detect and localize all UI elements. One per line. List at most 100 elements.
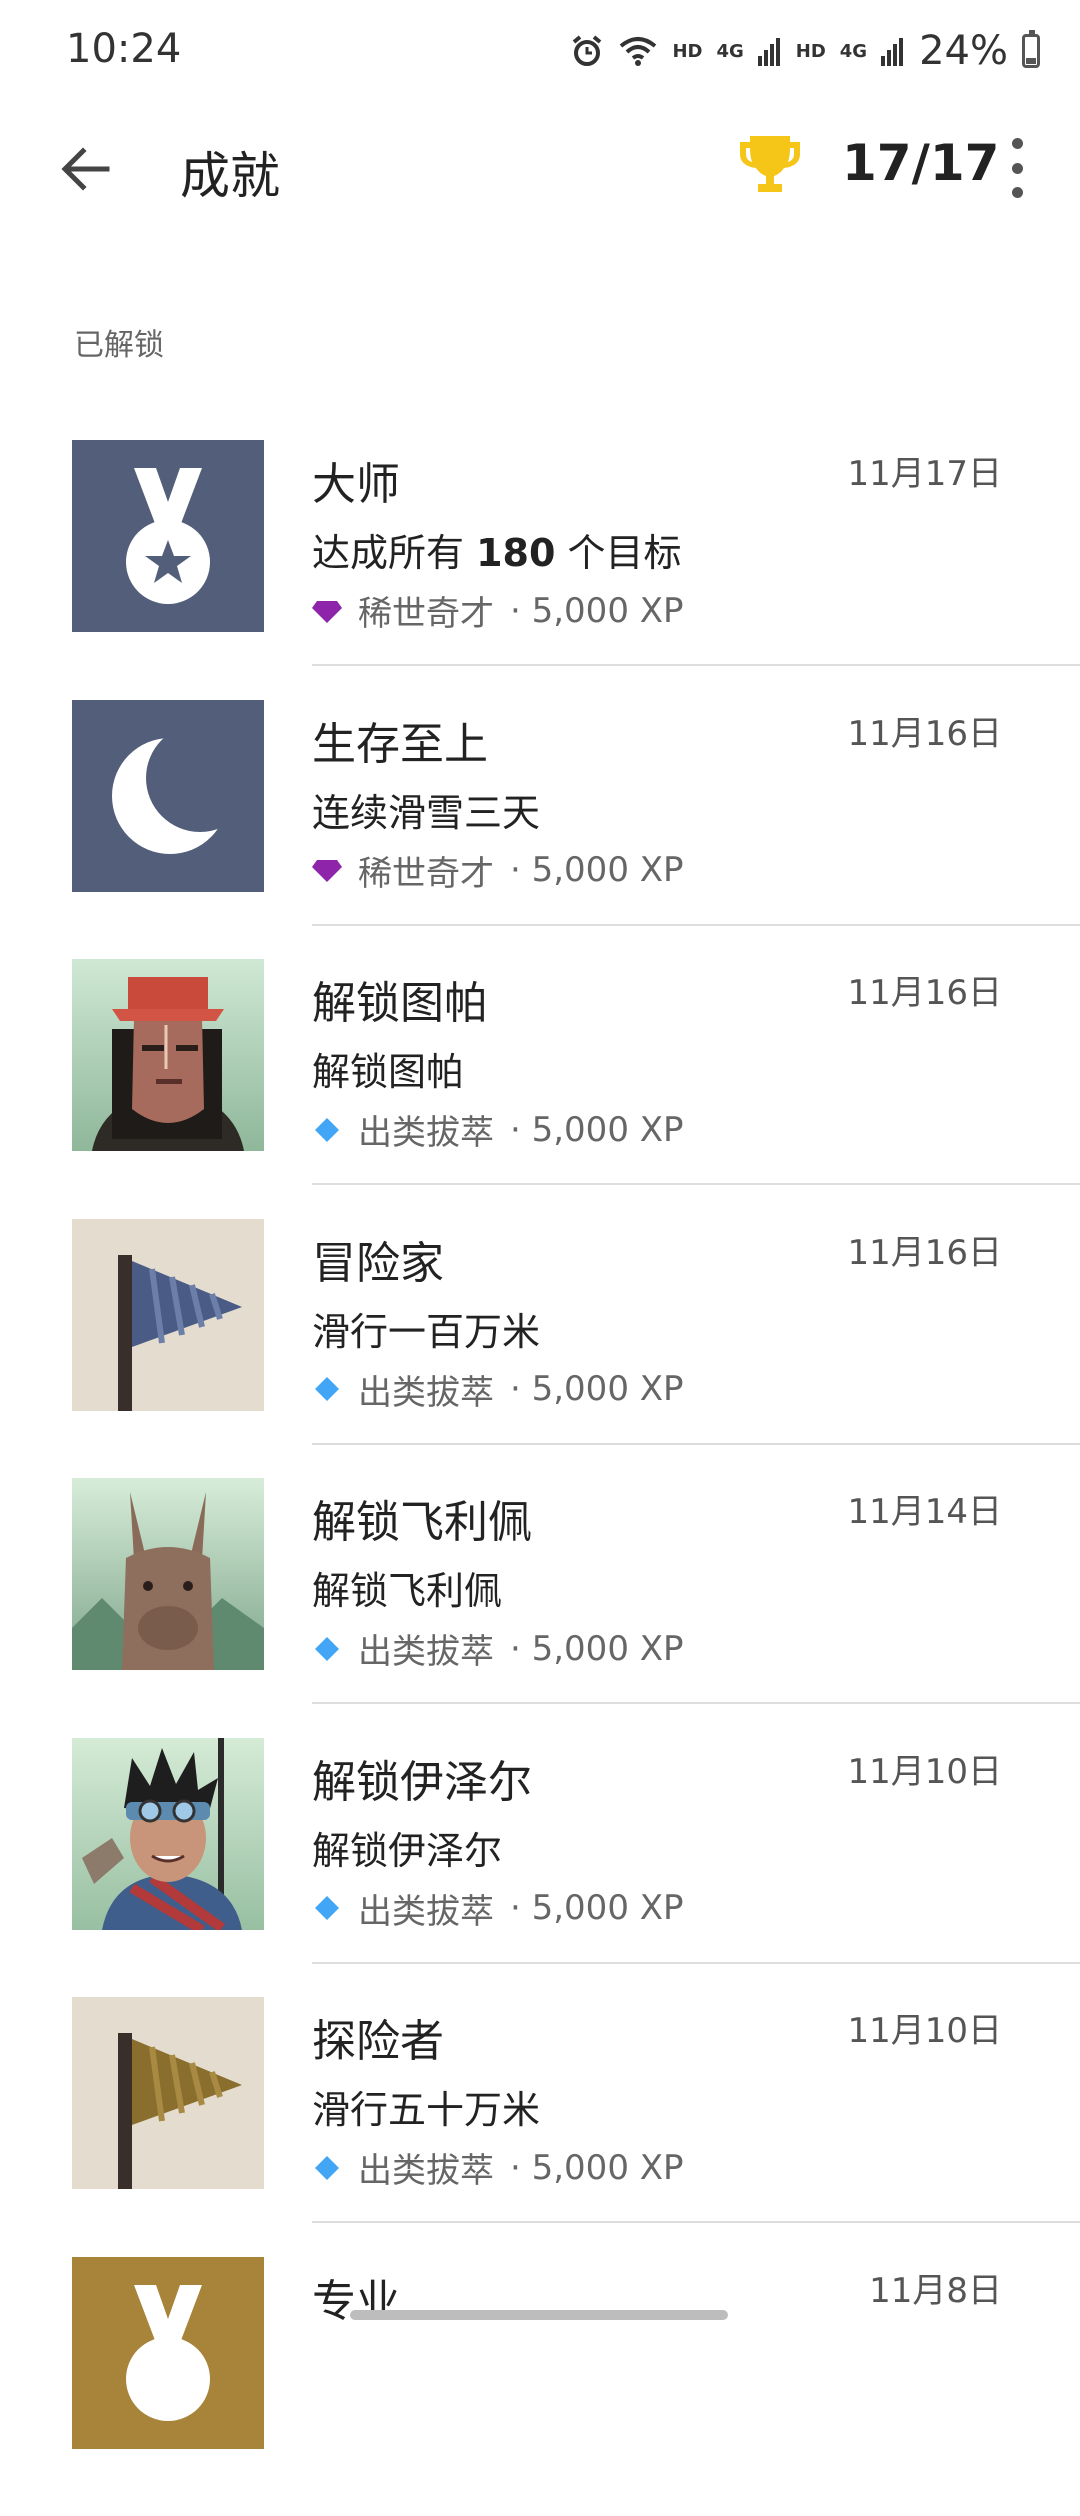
achievement-meta: 稀世奇才 · 5,000 XP	[312, 846, 684, 895]
back-arrow-icon	[57, 141, 113, 197]
network-label-2: 4G	[840, 41, 867, 62]
blue-diamond-icon	[312, 1118, 342, 1142]
network-label-1: 4G	[716, 41, 743, 62]
achievement-item[interactable]: 探险者 滑行五十万米 出类拔萃 · 5,000 XP 11月10日	[0, 1997, 1080, 2257]
blue-diamond-icon	[312, 2156, 342, 2180]
divider	[312, 1183, 1080, 1185]
section-label-unlocked: 已解锁	[74, 320, 164, 364]
gold-medal-icon	[72, 2257, 264, 2449]
signal-icon-2	[881, 36, 905, 66]
achievement-date: 11月16日	[847, 706, 1002, 755]
top-app-bar: 成就 17/17	[0, 100, 1080, 240]
battery-percent: 24%	[919, 28, 1008, 74]
battery-icon	[1022, 34, 1040, 68]
blue-flag-icon	[72, 1219, 264, 1411]
hd-label-1: HD	[672, 41, 702, 62]
achievement-description: 滑行一百万米	[312, 1301, 540, 1356]
xp-label: · 5,000 XP	[510, 1110, 684, 1150]
achievement-description: 滑行五十万米	[312, 2079, 540, 2134]
achievement-description: 达成所有 180 个目标	[312, 522, 682, 577]
blue-diamond-icon	[312, 1637, 342, 1661]
achievement-meta: 出类拔萃 · 5,000 XP	[312, 1624, 684, 1673]
divider	[312, 2221, 1080, 2223]
page-title: 成就	[180, 136, 280, 208]
achievement-date: 11月16日	[847, 965, 1002, 1014]
achievement-item[interactable]: 专业 11月8日	[0, 2257, 1080, 2516]
back-button[interactable]	[50, 134, 120, 204]
achievement-date: 11月14日	[847, 1484, 1002, 1533]
achievement-date: 11月16日	[847, 1225, 1002, 1274]
divider	[312, 1702, 1080, 1704]
trophy-icon	[738, 132, 802, 196]
achievement-title: 解锁飞利佩	[312, 1486, 532, 1550]
achievement-item[interactable]: 生存至上 连续滑雪三天 稀世奇才 · 5,000 XP 11月16日	[0, 700, 1080, 960]
achievement-date: 11月8日	[869, 2263, 1002, 2312]
home-indicator[interactable]	[350, 2310, 728, 2320]
achievement-title: 解锁伊泽尔	[312, 1746, 532, 1810]
achievement-title: 冒险家	[312, 1227, 444, 1291]
achievement-date: 11月10日	[847, 2003, 1002, 2052]
achievement-date: 11月10日	[847, 1744, 1002, 1793]
purple-gem-icon	[312, 858, 342, 882]
achievement-item[interactable]: 解锁伊泽尔 解锁伊泽尔 出类拔萃 · 5,000 XP 11月10日	[0, 1738, 1080, 1998]
more-dot	[1012, 187, 1023, 198]
medal-icon	[72, 440, 264, 632]
divider	[312, 664, 1080, 666]
divider	[312, 1962, 1080, 1964]
achievement-description: 解锁伊泽尔	[312, 1820, 502, 1875]
achievement-title: 生存至上	[312, 708, 488, 772]
tier-label: 出类拔萃	[358, 1884, 494, 1933]
achievement-date: 11月17日	[847, 446, 1002, 495]
xp-label: · 5,000 XP	[510, 1888, 684, 1928]
achievement-meta: 出类拔萃 · 5,000 XP	[312, 1365, 684, 1414]
achievement-item[interactable]: 解锁飞利佩 解锁飞利佩 出类拔萃 · 5,000 XP 11月14日	[0, 1478, 1080, 1738]
goal-count: 180	[476, 531, 555, 575]
purple-gem-icon	[312, 599, 342, 623]
divider	[312, 1443, 1080, 1445]
more-dot	[1012, 163, 1023, 174]
hd-label-2: HD	[796, 41, 826, 62]
achievement-description: 解锁图帕	[312, 1041, 464, 1096]
tier-label: 出类拔萃	[358, 2143, 494, 2192]
moon-icon	[72, 700, 264, 892]
achievement-description: 连续滑雪三天	[312, 782, 540, 837]
achievement-list: 大师 达成所有 180 个目标 稀世奇才 · 5,000 XP 11月17日 生…	[0, 440, 1080, 2516]
achievement-item[interactable]: 冒险家 滑行一百万米 出类拔萃 · 5,000 XP 11月16日	[0, 1219, 1080, 1479]
achievement-meta: 出类拔萃 · 5,000 XP	[312, 1105, 684, 1154]
xp-label: · 5,000 XP	[510, 1369, 684, 1409]
xp-label: · 5,000 XP	[510, 850, 684, 890]
achievement-item[interactable]: 大师 达成所有 180 个目标 稀世奇才 · 5,000 XP 11月17日	[0, 440, 1080, 700]
achievement-item[interactable]: 解锁图帕 解锁图帕 出类拔萃 · 5,000 XP 11月16日	[0, 959, 1080, 1219]
blue-diamond-icon	[312, 1377, 342, 1401]
blue-diamond-icon	[312, 1896, 342, 1920]
achievement-title: 大师	[312, 448, 400, 512]
achievement-title: 探险者	[312, 2005, 444, 2069]
tier-label: 出类拔萃	[358, 1624, 494, 1673]
achievement-meta: 出类拔萃 · 5,000 XP	[312, 1884, 684, 1933]
status-icons: HD 4G HD 4G 24%	[570, 28, 1040, 74]
xp-label: · 5,000 XP	[510, 2148, 684, 2188]
xp-label: · 5,000 XP	[510, 1629, 684, 1669]
status-bar: 10:24 HD 4G HD 4G 24%	[0, 0, 1080, 100]
xp-label: · 5,000 XP	[510, 591, 684, 631]
gold-flag-icon	[72, 1997, 264, 2189]
tier-label: 出类拔萃	[358, 1365, 494, 1414]
achievement-meta: 出类拔萃 · 5,000 XP	[312, 2143, 684, 2192]
divider	[312, 924, 1080, 926]
llama-icon	[72, 1478, 264, 1670]
more-options-button[interactable]	[1002, 138, 1032, 198]
tier-label: 出类拔萃	[358, 1105, 494, 1154]
wifi-icon	[618, 34, 658, 68]
signal-icon-1	[758, 36, 782, 66]
tier-label: 稀世奇才	[358, 846, 494, 895]
tier-label: 稀世奇才	[358, 586, 494, 635]
achievement-title: 解锁图帕	[312, 967, 488, 1031]
character-izel-icon	[72, 1738, 264, 1930]
achievement-description: 解锁飞利佩	[312, 1560, 502, 1615]
alarm-icon	[570, 34, 604, 68]
more-dot	[1012, 138, 1023, 149]
achievement-count: 17/17	[842, 134, 999, 192]
status-time: 10:24	[66, 26, 181, 72]
achievement-meta: 稀世奇才 · 5,000 XP	[312, 586, 684, 635]
character-tupa-icon	[72, 959, 264, 1151]
